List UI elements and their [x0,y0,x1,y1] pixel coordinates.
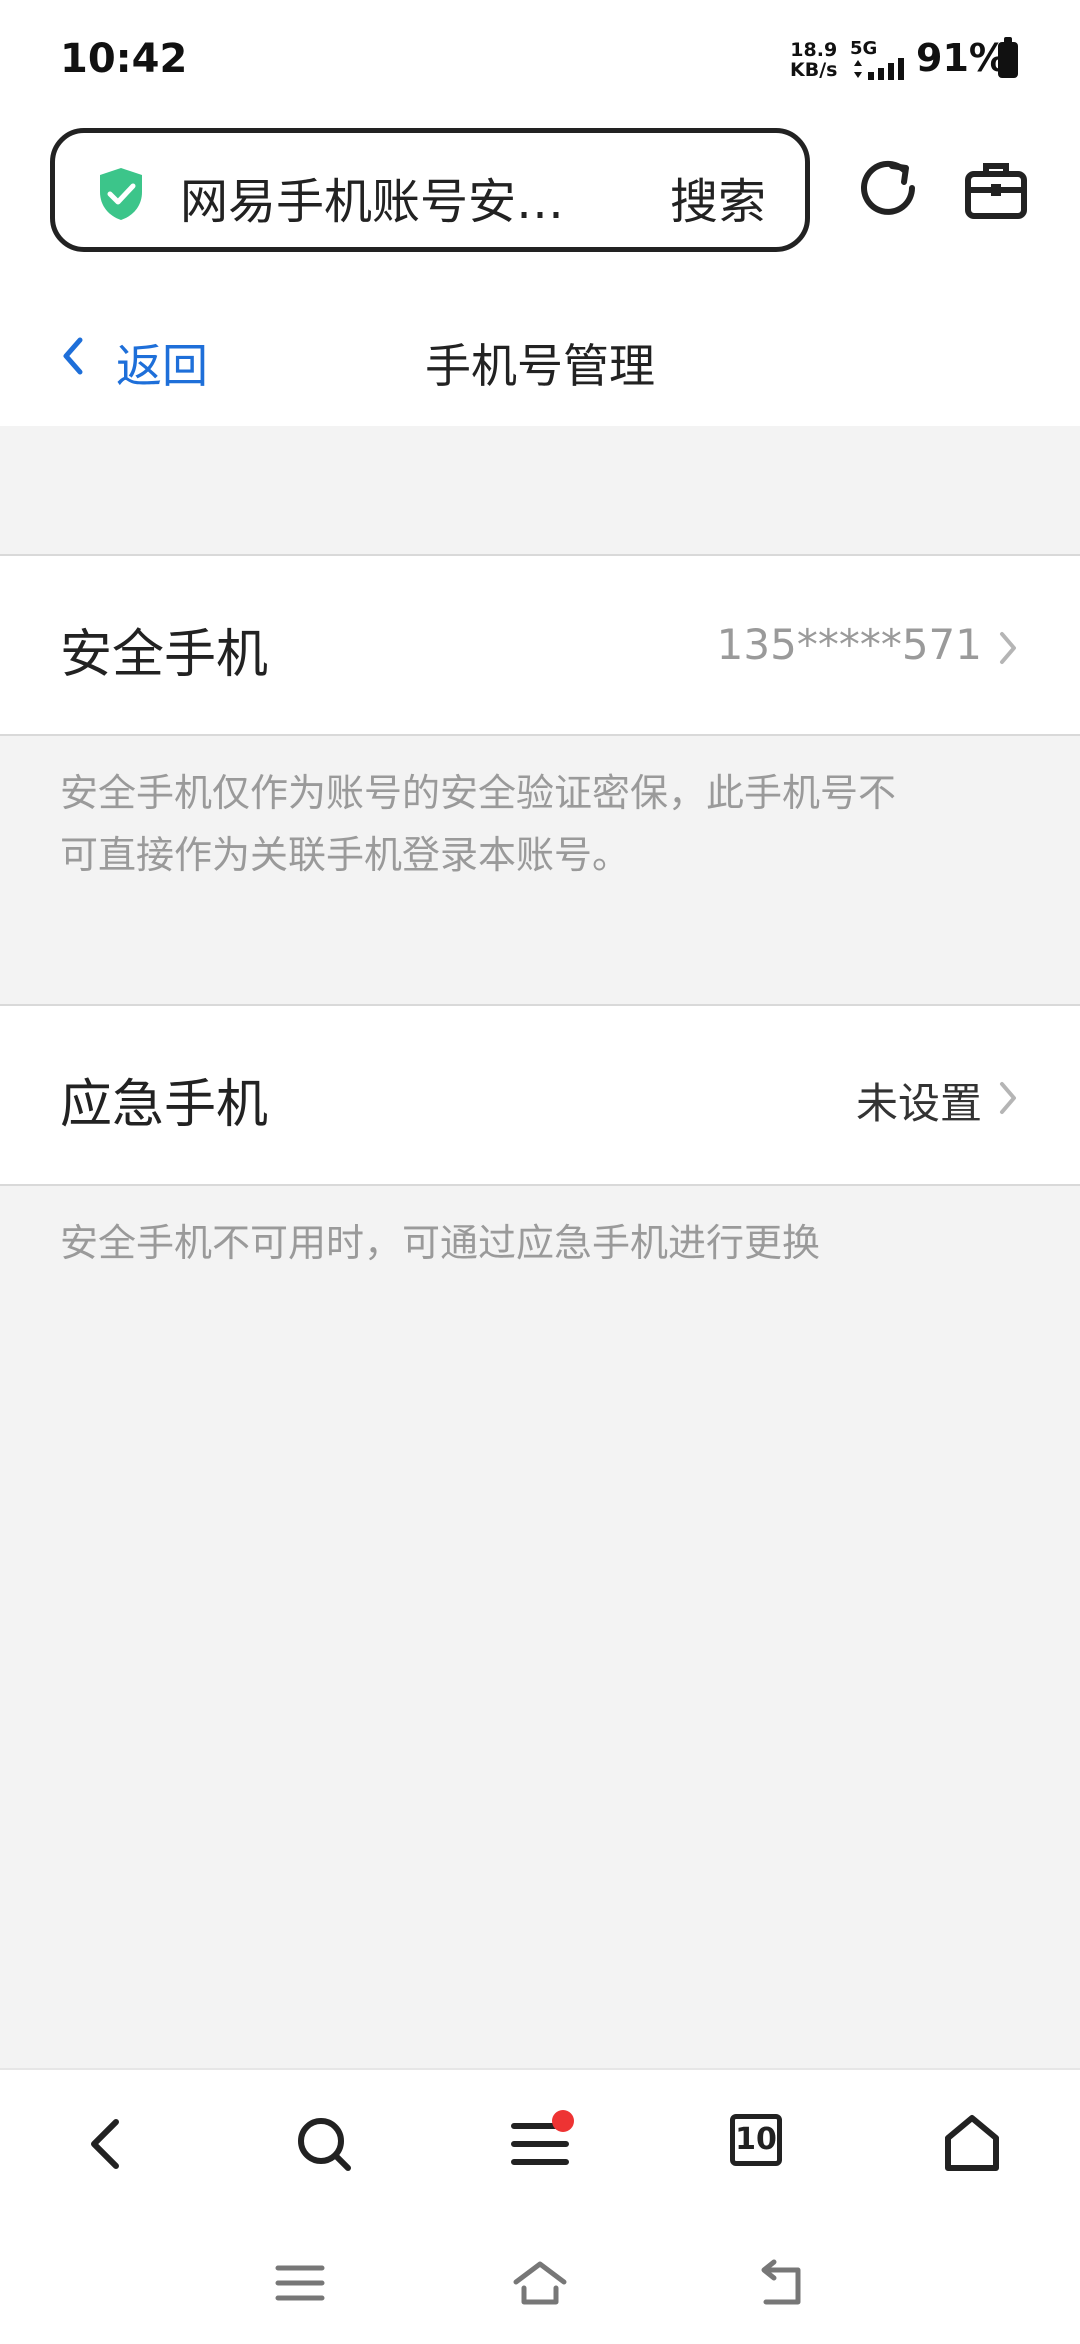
search-icon[interactable] [292,2112,356,2176]
network-speed-unit: KB/s [790,59,838,81]
emergency-phone-value: 未设置 [855,1079,982,1128]
home-icon[interactable] [940,2112,1004,2176]
emergency-phone-note: 安全手机不可用时，可通过应急手机进行更换 [60,1221,821,1265]
recent-apps-icon[interactable] [272,2258,328,2308]
shield-check-icon [100,168,142,220]
notification-badge [552,2110,574,2132]
chevron-right-icon [1000,1082,1016,1114]
emergency-phone-label: 应急手机 [60,1075,269,1135]
address-search-button[interactable]: 搜索 [670,162,766,232]
network-type: 5G [850,38,878,59]
security-phone-note: 安全手机仅作为账号的安全验证密保，此手机号不 可直接作为关联手机登录本账号。 [60,762,1020,886]
chevron-right-icon [1000,632,1016,664]
system-home-icon[interactable] [512,2258,568,2308]
security-phone-note-line1: 安全手机仅作为账号的安全验证密保，此手机号不 [60,771,897,815]
security-phone-label: 安全手机 [60,625,269,685]
security-phone-value: 135*****571 [716,620,982,669]
page-title: 手机号管理 [425,339,655,393]
network-speed: 18.9 KB/s [790,40,837,80]
signal-icon [854,58,904,80]
status-time: 10:42 [60,36,188,82]
refresh-icon[interactable] [856,156,920,220]
battery-percent: 91% [916,36,1007,80]
network-speed-value: 18.9 [790,39,838,61]
battery-icon [998,37,1018,78]
tabs-button[interactable]: 10 [730,2114,782,2166]
toolbox-icon[interactable] [964,158,1028,222]
system-back-icon[interactable] [752,2258,808,2308]
back-icon[interactable] [76,2112,140,2176]
address-title[interactable]: 网易手机账号安… [180,162,600,232]
security-phone-note-line2: 可直接作为关联手机登录本账号。 [60,833,631,877]
